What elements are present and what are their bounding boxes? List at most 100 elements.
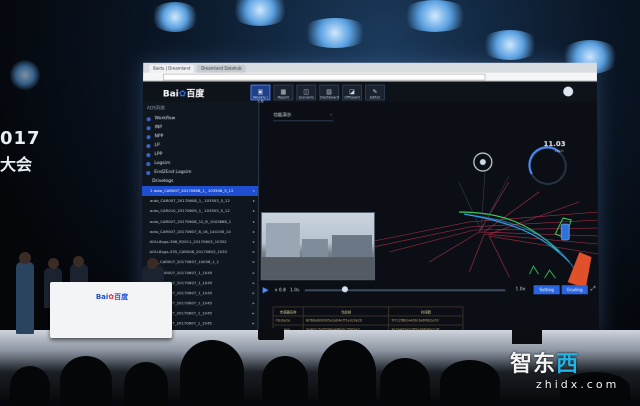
stage-light [10,60,40,90]
steering-wheel-icon [474,153,492,171]
sidebar-category[interactable]: NPP [143,132,259,141]
pedestrian-markers [529,266,555,278]
nav-label: Scenario [299,95,314,99]
list-item-label: auto_CAR007_20170607_8_16_144158_14 [150,229,231,234]
sidebar-category[interactable]: Logsim [142,159,258,168]
speed-unit: km/h [555,149,564,153]
sidebar-category[interactable]: Workflow [143,114,259,123]
play-icon[interactable]: ▸ [253,237,255,247]
logo-text: Bai [163,89,179,99]
sidebar-category[interactable]: LP [142,141,258,150]
watermark-brand-a: 智东 [510,352,556,377]
seated-person-head [147,258,158,269]
list-item[interactable]: auto_CAR007_20170608_12_R_1043888_1 ▸ [142,217,258,227]
play-icon[interactable]: ▸ [253,268,255,278]
app-logo[interactable]: Bai✿百度 [163,86,251,99]
nav-label: Report [278,95,290,99]
audience-head [124,362,168,406]
url-input[interactable] [163,73,486,80]
nav-editor[interactable]: ✎ Editor [365,85,385,101]
stage-monitor [512,330,542,344]
nav-offboard[interactable]: ◪ Offboard [342,85,362,101]
play-icon[interactable]: ▸ [253,206,255,216]
stage-light [300,18,370,48]
expand-icon[interactable]: ⤢ [591,285,598,294]
browser-tab[interactable]: Baidu | Dreamland [149,65,194,73]
chevron-down-icon: ⌄ [329,112,333,117]
setting-button[interactable]: Setting [534,285,560,294]
audience-head [380,358,430,404]
mode-dropdown[interactable]: 功能演示 ⌄ [273,112,333,121]
sidebar-category[interactable]: End2End Logsim [142,168,258,177]
table-cell: Obstacle [273,316,303,325]
watermark-url: zhidx.com [510,378,619,391]
list-item[interactable]: AOU-Bugs-335_CAR008_20170603_1035 ▸ [141,247,257,257]
playback-progress-knob[interactable] [342,286,348,292]
scenario-icon: ◫ [297,89,315,96]
table-header: 时间戳 [389,307,463,316]
stage-light [480,30,540,60]
avatar[interactable] [563,87,573,97]
audience-head [10,366,50,406]
car-icon: ▣ [251,89,269,96]
presenter-head [19,252,31,264]
sidebar-category[interactable]: LPP [142,150,258,159]
desk-logo-suffix: 百度 [114,293,128,301]
ego-vehicle [561,224,569,240]
play-icon[interactable]: ▸ [252,309,254,319]
play-icon[interactable]: ▸ [253,288,255,298]
logo-suffix: 百度 [186,89,204,99]
play-icon[interactable]: ▸ [252,319,254,329]
projection-screen: Baidu | Dreamland Dreamland Datahub Bai✿… [141,63,599,335]
stage-light [230,0,290,26]
paw-icon: ✿ [179,89,187,99]
play-icon[interactable]: ▸ [253,217,255,227]
offboard-icon: ◪ [343,89,361,96]
sidebar-title: ADS列表 [143,102,259,114]
list-item[interactable]: AOU-Bugs-398_R2011_20170603_10352 ▸ [142,237,258,247]
play-icon[interactable]: ▸ [253,227,255,237]
speed-readout: 11.03 [543,140,565,148]
road [262,257,374,279]
nav-dashboard[interactable]: ▤ Dashboard [319,85,339,101]
play-icon[interactable]: ▸ [253,186,255,196]
audience-head [60,356,112,406]
dropdown-value: 功能演示 [273,113,291,118]
list-item[interactable]: auto_CAR010_20170609_1_ 103503_5_12 ▸ [142,206,258,216]
event-wall-sign: 017 大会 [0,128,41,175]
nav-scenario[interactable]: ◫ Scenario [296,85,316,101]
presenter [16,262,34,334]
play-icon[interactable]: ▸ [253,196,255,206]
play-icon[interactable]: ▸ [252,298,254,308]
list-item[interactable]: auto_CAR007_20170608_1_ 103503_5_12 ▸ [142,196,258,206]
stage-light [150,2,200,32]
play-icon[interactable]: ▸ [253,278,255,288]
dashboard-icon: ▤ [320,89,338,96]
list-item[interactable]: auto_CAR007_20170607_8_16_144158_14 ▸ [142,227,258,237]
watermark-brand: 智东西 [510,346,619,378]
grading-button[interactable]: Grading [562,285,588,294]
sidebar-category[interactable]: INP [143,123,259,132]
browser-tab[interactable]: Dreamland Datahub [197,65,245,73]
list-item[interactable]: 1 auto_CAR007_20170608_1_ 103506_5_12 ▸ [142,186,258,196]
play-icon[interactable]: ▸ [253,257,255,267]
audience-head [440,360,500,404]
watermark: 智东西 zhidx.com [510,346,619,391]
playback-time: 1.0s [290,288,300,293]
playback-progress-track[interactable] [305,289,506,291]
presentation-desk: Bai✿百度 [50,282,172,338]
list-item-label: auto_CAR007_20170608_12_R_1043888_1 [150,219,231,224]
stage-light [400,0,470,32]
desk-logo-text: Bai [96,293,108,301]
play-icon[interactable]: ▶ [263,286,271,294]
event-subtitle: 大会 [0,151,41,175]
nav-weekly[interactable]: ▣Weekly | 入车 [250,85,270,101]
staff-head [48,258,59,269]
desk-logo: Bai✿百度 [90,292,134,302]
nav-report[interactable]: ▦ Report [273,85,293,101]
table-cell: 5f7c2f8b1a4d9c3e6f0b2a7d [389,316,463,325]
drivelogs-group-label[interactable]: Drivelogs [142,177,258,186]
play-icon[interactable]: ▸ [253,247,255,257]
list-item-label: AOU-Bugs-335_CAR008_20170603_1035 [150,249,228,254]
table-header: 传感器名称 [273,307,303,316]
